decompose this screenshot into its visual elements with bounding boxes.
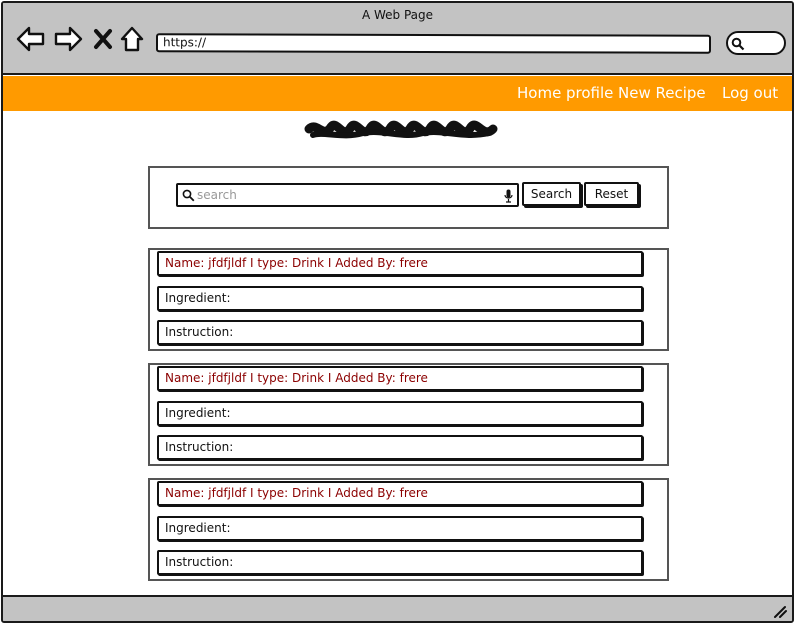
microphone-icon[interactable] (504, 189, 513, 203)
search-icon (731, 37, 745, 51)
forward-arrow-icon[interactable] (52, 23, 84, 55)
recipe-ingredient: Ingredient: (157, 516, 643, 541)
resize-grip-icon[interactable] (772, 604, 788, 618)
search-input[interactable] (197, 186, 492, 204)
recipe-ingredient: Ingredient: (157, 286, 643, 311)
browser-window: A Web Page https:// Home profile New Rec… (1, 1, 794, 623)
recipe-instruction: Instruction: (157, 550, 643, 575)
top-nav-bar: Home profile New Recipe Log out (3, 76, 792, 111)
recipe-header: Name: jfdfjldf I type: Drink I Added By:… (157, 481, 643, 506)
logo-scribble (304, 120, 498, 139)
nav-home-link[interactable]: Home (517, 84, 561, 102)
browser-chrome: A Web Page https:// (3, 3, 792, 75)
recipe-header: Name: jfdfjldf I type: Drink I Added By:… (157, 366, 643, 391)
back-arrow-icon[interactable] (15, 23, 47, 55)
status-bar (3, 595, 792, 621)
url-bar[interactable]: https:// (155, 33, 712, 54)
recipe-header: Name: jfdfjldf I type: Drink I Added By:… (157, 251, 643, 276)
recipe-instruction: Instruction: (157, 435, 643, 460)
nav-profile-link[interactable]: profile (566, 84, 613, 102)
recipe-instruction: Instruction: (157, 320, 643, 345)
nav-new-recipe-link[interactable]: New Recipe (618, 84, 706, 102)
home-icon[interactable] (116, 23, 148, 55)
search-button[interactable]: Search (522, 182, 581, 206)
reset-button[interactable]: Reset (584, 182, 639, 206)
window-title: A Web Page (361, 8, 434, 22)
recipe-ingredient: Ingredient: (157, 401, 643, 426)
nav-logout-link[interactable]: Log out (722, 84, 778, 102)
recipe-search-field[interactable] (176, 183, 519, 207)
browser-search-button[interactable] (726, 31, 786, 55)
close-x-icon[interactable] (87, 23, 119, 55)
search-icon (182, 189, 195, 202)
